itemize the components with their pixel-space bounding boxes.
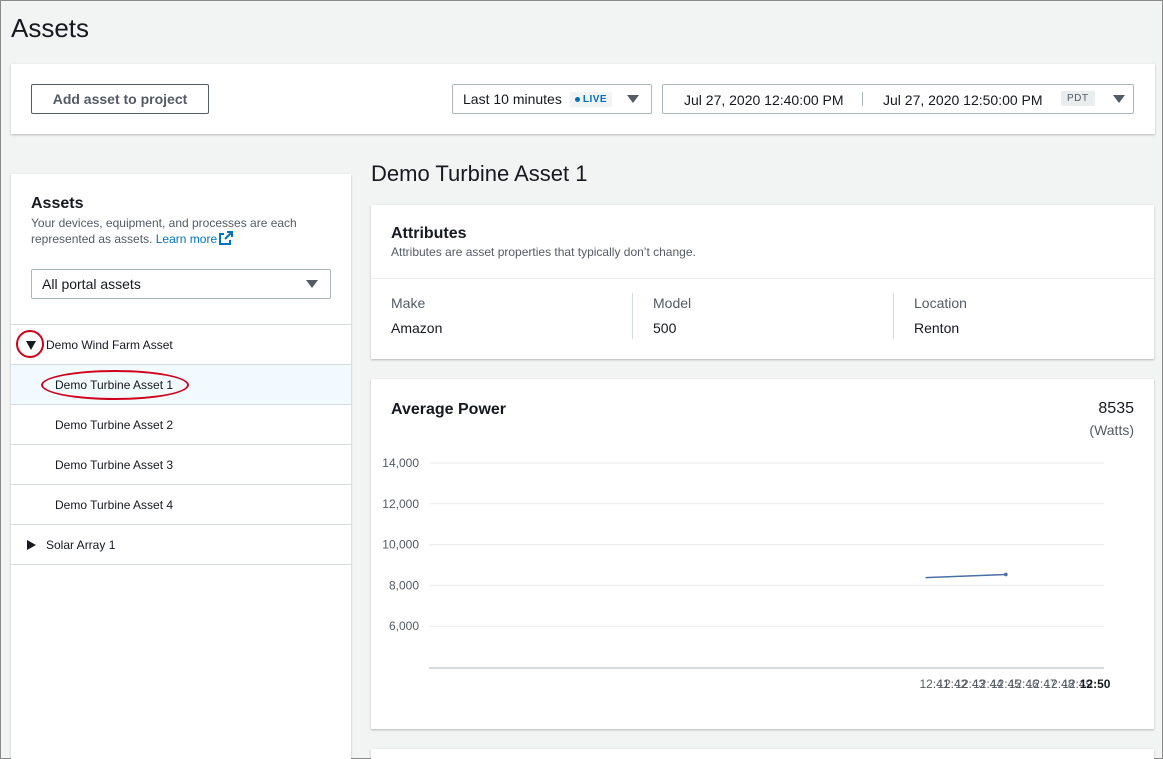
latest-value-unit: (Watts) <box>1089 422 1134 438</box>
chevron-down-icon <box>306 280 318 288</box>
asset-tree: Demo Wind Farm Asset Demo Turbine Asset … <box>11 324 351 565</box>
date-range-picker[interactable]: Jul 27, 2020 12:40:00 PM Jul 27, 2020 12… <box>662 84 1134 114</box>
annotation-ellipse <box>41 370 189 400</box>
tree-item-label: Solar Array 1 <box>46 537 116 552</box>
panel-description: Your devices, equipment, and processes a… <box>31 215 321 247</box>
next-card <box>371 749 1154 759</box>
divider <box>893 293 894 339</box>
panel-title: Assets <box>31 195 84 212</box>
attribute-key: Make <box>391 295 426 311</box>
external-link-icon <box>219 231 234 245</box>
attribute-key: Model <box>653 295 692 311</box>
asset-panel: Assets Your devices, equipment, and proc… <box>11 174 351 759</box>
attributes-description: Attributes are asset properties that typ… <box>391 245 696 259</box>
divider <box>371 278 1154 279</box>
toolbar: Add asset to project Last 10 minutes LIV… <box>11 64 1155 134</box>
series-line <box>925 573 1006 579</box>
chart-title: Average Power <box>391 401 507 418</box>
attribute-value: 500 <box>653 320 677 336</box>
average-power-card: 14,000 12,000 10,000 8,000 6,000 12:41 12:42 12… <box>371 379 1154 729</box>
tree-item-label: Demo Turbine Asset 2 <box>55 417 174 432</box>
add-asset-button[interactable]: Add asset to project <box>31 84 209 114</box>
date-start: Jul 27, 2020 12:40:00 PM <box>684 92 844 108</box>
page-title: Assets <box>11 13 90 43</box>
divider <box>632 293 633 339</box>
line-chart: 14,00012,00010,0008,0006,00012:4112:4212… <box>382 456 1111 691</box>
learn-more-link[interactable]: Learn more <box>155 231 234 246</box>
date-end: Jul 27, 2020 12:50:00 PM <box>883 92 1043 108</box>
y-tick-label: 10,000 <box>382 538 419 552</box>
time-range-label: Last 10 minutes <box>463 91 562 107</box>
timezone-badge: PDT <box>1061 91 1095 106</box>
asset-filter-label: All portal assets <box>42 276 141 292</box>
tree-item-label: Demo Turbine Asset 4 <box>55 497 174 512</box>
attribute-model: Model 500 <box>653 295 893 336</box>
asset-filter-select[interactable]: All portal assets <box>31 269 331 299</box>
y-tick-label: 14,000 <box>382 456 419 470</box>
y-tick-label: 8,000 <box>389 578 419 592</box>
tree-item-demo-turbine-asset-4[interactable]: Demo Turbine Asset 4 <box>11 485 351 525</box>
annotation-circle <box>16 330 44 358</box>
attribute-value: Renton <box>914 320 960 336</box>
tree-item-solar-array-1[interactable]: Solar Array 1 <box>11 525 351 565</box>
y-tick-label: 12,000 <box>382 497 419 511</box>
expand-caret-icon[interactable] <box>27 540 36 550</box>
live-badge-label: LIVE <box>582 93 608 105</box>
chevron-down-icon <box>627 95 639 103</box>
tree-item-demo-turbine-asset-1[interactable]: Demo Turbine Asset 1 <box>11 365 351 405</box>
data-point <box>1004 572 1008 577</box>
y-tick-label: 6,000 <box>389 619 419 633</box>
time-range-select[interactable]: Last 10 minutes LIVE <box>452 84 652 114</box>
attribute-location: Location Renton <box>914 295 1154 336</box>
attribute-make: Make Amazon <box>391 295 631 336</box>
live-dot-icon <box>574 96 580 102</box>
live-badge: LIVE <box>569 91 613 107</box>
asset-title: Demo Turbine Asset 1 <box>371 161 588 186</box>
learn-more-label: Learn more <box>155 232 218 246</box>
tree-item-demo-turbine-asset-2[interactable]: Demo Turbine Asset 2 <box>11 405 351 445</box>
tree-item-demo-wind-farm-asset[interactable]: Demo Wind Farm Asset <box>11 325 351 365</box>
latest-value: 8535 <box>1098 400 1134 417</box>
date-separator <box>862 92 863 106</box>
chevron-down-icon <box>1113 95 1125 103</box>
attributes-title: Attributes <box>391 225 467 242</box>
tree-item-label: Demo Wind Farm Asset <box>46 337 173 352</box>
x-tick-label: 12:50 <box>1080 677 1111 691</box>
attribute-value: Amazon <box>391 320 443 336</box>
attributes-card: Attributes Attributes are asset properti… <box>371 205 1154 359</box>
tree-item-label: Demo Turbine Asset 3 <box>55 457 174 472</box>
tree-item-demo-turbine-asset-3[interactable]: Demo Turbine Asset 3 <box>11 445 351 485</box>
attribute-key: Location <box>914 295 967 311</box>
